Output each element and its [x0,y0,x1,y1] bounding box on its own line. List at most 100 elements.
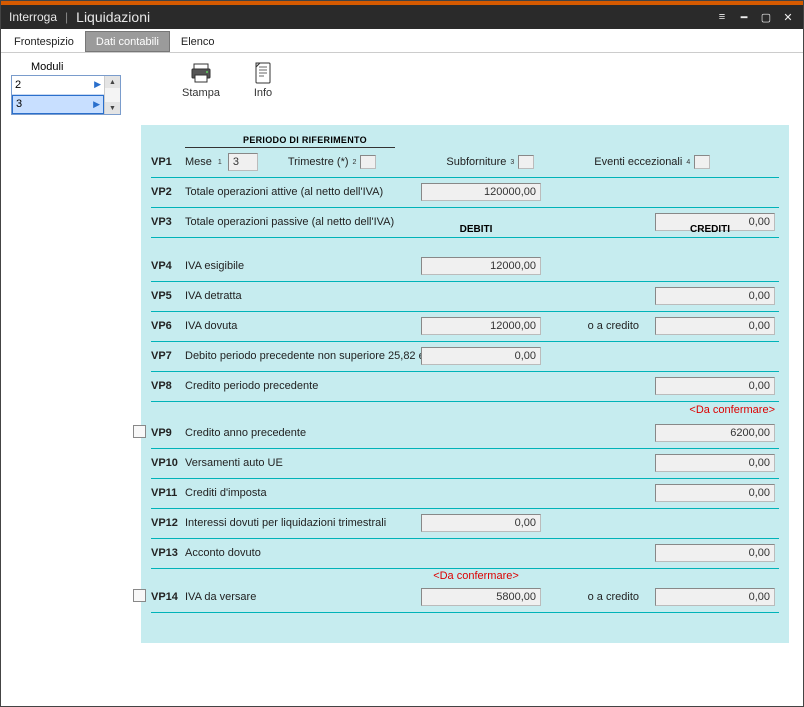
vp14-crediti[interactable] [655,588,775,606]
row-vp7: VP7 Debito periodo precedente non superi… [151,342,779,372]
titlebar-title: Liquidazioni [76,9,150,25]
info-icon [251,61,275,85]
tab-frontespizio[interactable]: Frontespizio [3,31,85,52]
app-window: Interroga | Liquidazioni ≡ ━ ▢ ✕ Frontes… [0,0,804,707]
moduli-scrollbar: ▲ ▼ [104,76,120,114]
moduli-label: Moduli [11,61,121,73]
row-vp14: VP14 IVA da versare o a credito [151,583,779,613]
scroll-track[interactable] [105,88,120,102]
form-area: PERIODO DI RIFERIMENTO VP1 Mese1 Trimest… [141,125,789,643]
row-vp1: VP1 Mese1 Trimestre (*)2 Subforniture3 [151,148,779,178]
scroll-down-icon[interactable]: ▼ [105,102,120,114]
mese-label: Mese [185,156,212,168]
vp-code: VP6 [151,320,185,332]
vp9-crediti[interactable] [655,424,775,442]
window-controls: ≡ ━ ▢ ✕ [711,6,799,28]
row-vp6: VP6 IVA dovuta o a credito [151,312,779,342]
row-vp11: VP11 Crediti d'imposta [151,479,779,509]
vp-label: IVA esigibile [185,260,244,272]
tab-elenco[interactable]: Elenco [170,31,226,52]
vp-label: Totale operazioni passive (al netto dell… [185,216,394,228]
moduli-item-value: 2 [15,79,21,91]
vp-label: Debito periodo precedente non superiore … [185,350,441,362]
toolbar: Stampa Info [181,61,283,99]
tab-dati-contabili[interactable]: Dati contabili [85,31,170,52]
chevron-right-icon: ▶ [94,79,101,90]
vp-code: VP1 [151,156,185,168]
note-vp9: <Da confermare> [151,402,779,419]
vp-code: VP8 [151,380,185,392]
vp4-debiti[interactable] [421,257,541,275]
print-button[interactable]: Stampa [181,61,221,99]
vp13-crediti[interactable] [655,544,775,562]
print-label: Stampa [182,87,220,99]
row-vp4: VP4 IVA esigibile [151,252,779,282]
row-vp12: VP12 Interessi dovuti per liquidazioni t… [151,509,779,539]
o-a-credito-label: o a credito [588,591,639,603]
vp-code: VP7 [151,350,185,362]
minimize-icon[interactable]: ━ [733,6,755,28]
titlebar: Interroga | Liquidazioni ≡ ━ ▢ ✕ [1,5,803,29]
vp6-debiti[interactable] [421,317,541,335]
scroll-up-icon[interactable]: ▲ [105,76,120,88]
moduli-panel: Moduli 2 ▶ 3 ▶ ▲ [11,61,121,115]
subforniture-field[interactable] [518,155,534,169]
row-vp8: VP8 Credito periodo precedente [151,372,779,402]
menu-icon[interactable]: ≡ [711,6,733,28]
top-controls: Moduli 2 ▶ 3 ▶ ▲ [11,61,793,115]
note-vp14: <Da confermare> [151,569,779,583]
vp-code: VP11 [151,487,185,499]
moduli-item[interactable]: 2 ▶ [12,76,104,95]
printer-icon [189,61,213,85]
trimestre-field[interactable] [360,155,376,169]
moduli-item[interactable]: 3 ▶ [12,95,104,115]
crediti-header: CREDITI [645,224,775,235]
eventi-field[interactable] [694,155,710,169]
vp11-crediti[interactable] [655,484,775,502]
vp10-crediti[interactable] [655,454,775,472]
titlebar-mode: Interroga [9,10,57,24]
titlebar-divider: | [65,10,68,24]
info-button[interactable]: Info [243,61,283,99]
vp14-checkbox[interactable] [133,589,146,602]
vp9-checkbox[interactable] [133,425,146,438]
o-a-credito-label: o a credito [588,320,639,332]
vp-code: VP9 [151,427,185,439]
vp-code: VP5 [151,290,185,302]
row-vp5: VP5 IVA detratta [151,282,779,312]
eventi-label: Eventi eccezionali [594,156,682,168]
vp5-crediti[interactable] [655,287,775,305]
chevron-right-icon: ▶ [93,99,100,110]
moduli-listbox[interactable]: 2 ▶ 3 ▶ ▲ ▼ [11,75,121,115]
mese-field[interactable] [228,153,258,171]
vp-code: VP2 [151,186,185,198]
moduli-item-value: 3 [16,98,22,110]
maximize-icon[interactable]: ▢ [755,6,777,28]
vp-code: VP4 [151,260,185,272]
vp-label: Acconto dovuto [185,547,261,559]
vp-label: Interessi dovuti per liquidazioni trimes… [185,517,386,529]
debiti-header: DEBITI [411,224,541,235]
vp-label: IVA da versare [185,591,256,603]
tabbar: Frontespizio Dati contabili Elenco [1,29,803,53]
vp-label: Crediti d'imposta [185,487,267,499]
vp14-debiti[interactable] [421,588,541,606]
subforniture-label: Subforniture [446,156,506,168]
vp6-crediti[interactable] [655,317,775,335]
da-confermare-note: <Da confermare> [433,570,519,582]
vp7-debiti[interactable] [421,347,541,365]
vp-label: Totale operazioni attive (al netto dell'… [185,186,383,198]
info-label: Info [254,87,272,99]
row-vp9: VP9 Credito anno precedente [151,419,779,449]
vp-label: Credito periodo precedente [185,380,318,392]
row-vp2: VP2 Totale operazioni attive (al netto d… [151,178,779,208]
vp2-value[interactable] [421,183,541,201]
vp-label: Credito anno precedente [185,427,306,439]
vp-code: VP12 [151,517,185,529]
vp12-debiti[interactable] [421,514,541,532]
vp-code: VP10 [151,457,185,469]
vp8-crediti[interactable] [655,377,775,395]
da-confermare-note: <Da confermare> [689,404,775,416]
close-icon[interactable]: ✕ [777,6,799,28]
moduli-list: 2 ▶ 3 ▶ [12,76,104,114]
